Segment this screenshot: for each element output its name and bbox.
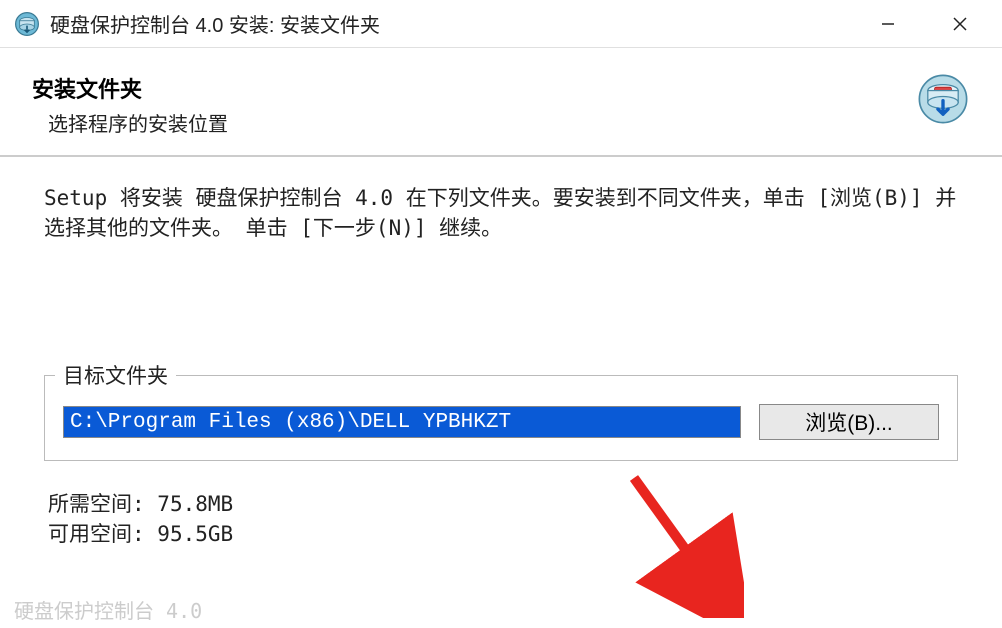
required-space-value: 75.8MB: [157, 492, 233, 516]
install-path-input[interactable]: C:\Program Files (x86)\DELL YPBHKZT: [63, 406, 741, 438]
header-subheading: 选择程序的安装位置: [48, 108, 228, 137]
target-folder-group: 目标文件夹 C:\Program Files (x86)\DELL YPBHKZ…: [44, 375, 958, 461]
header-section: 安装文件夹 选择程序的安装位置: [0, 48, 1002, 157]
header-heading: 安装文件夹: [32, 72, 228, 104]
titlebar: 硬盘保护控制台 4.0 安装: 安装文件夹: [0, 0, 1002, 48]
available-space-label: 可用空间:: [48, 522, 157, 546]
content-area: Setup 将安装 硬盘保护控制台 4.0 在下列文件夹。要安装到不同文件夹，单…: [0, 157, 1002, 549]
instructions-text: Setup 将安装 硬盘保护控制台 4.0 在下列文件夹。要安装到不同文件夹，单…: [44, 183, 958, 243]
window-controls: [852, 4, 996, 44]
minimize-button[interactable]: [852, 4, 924, 44]
header-text: 安装文件夹 选择程序的安装位置: [32, 72, 228, 137]
minimize-icon: [881, 17, 895, 31]
app-icon: [14, 11, 40, 37]
required-space-row: 所需空间: 75.8MB: [48, 489, 958, 519]
target-folder-label: 目标文件夹: [55, 360, 176, 390]
browse-button[interactable]: 浏览(B)...: [759, 404, 939, 440]
space-info: 所需空间: 75.8MB 可用空间: 95.5GB: [48, 489, 958, 549]
close-icon: [952, 16, 968, 32]
footer-brand-text: 硬盘保护控制台 4.0: [14, 595, 202, 624]
installer-logo-icon: [916, 72, 970, 126]
available-space-value: 95.5GB: [157, 522, 233, 546]
required-space-label: 所需空间:: [48, 492, 157, 516]
available-space-row: 可用空间: 95.5GB: [48, 519, 958, 549]
window-title: 硬盘保护控制台 4.0 安装: 安装文件夹: [50, 9, 852, 38]
close-button[interactable]: [924, 4, 996, 44]
target-folder-row: C:\Program Files (x86)\DELL YPBHKZT 浏览(B…: [63, 404, 939, 440]
